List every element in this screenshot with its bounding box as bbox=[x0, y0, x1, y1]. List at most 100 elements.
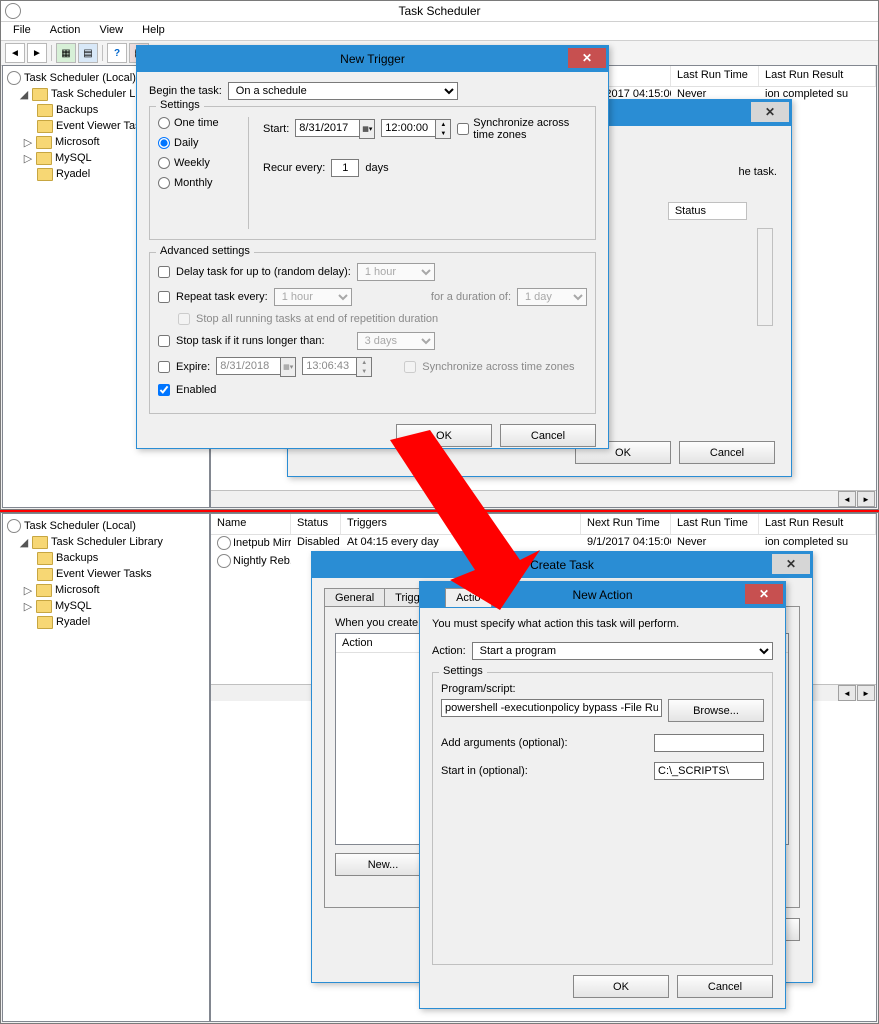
expire-date-field: ▦▾ bbox=[216, 357, 296, 377]
radio-daily[interactable]: Daily bbox=[158, 137, 236, 149]
stoplong-check[interactable] bbox=[158, 335, 170, 347]
tab-general[interactable]: General bbox=[324, 588, 385, 607]
start-date-field[interactable]: ▦▾ bbox=[295, 119, 375, 139]
v-scrollbar[interactable] bbox=[757, 228, 773, 326]
close-button[interactable]: ✕ bbox=[751, 102, 789, 122]
expire-check[interactable] bbox=[158, 361, 170, 373]
col-last[interactable]: Last Run Time bbox=[671, 66, 759, 86]
dialog-title: New Action bbox=[572, 588, 632, 602]
menu-help[interactable]: Help bbox=[134, 22, 173, 38]
collapse-icon[interactable]: ◢ bbox=[19, 536, 29, 549]
tree-mysql[interactable]: ▷MySQL bbox=[7, 598, 205, 614]
dialog-title-bar[interactable]: New Trigger ✕ bbox=[137, 46, 608, 72]
col-last[interactable]: Last Run Time bbox=[671, 514, 759, 534]
forward-button[interactable]: ► bbox=[27, 43, 47, 63]
args-field[interactable] bbox=[654, 734, 764, 752]
folder-icon bbox=[36, 584, 52, 597]
expire-sync-label: Synchronize across time zones bbox=[422, 361, 574, 373]
window-title-bar: Task Scheduler bbox=[1, 1, 878, 22]
ok-button[interactable]: OK bbox=[396, 424, 492, 447]
calendar-icon: ▦▾ bbox=[280, 357, 296, 377]
tree-microsoft[interactable]: ▷Microsoft bbox=[7, 582, 205, 598]
spin-down-icon[interactable]: ▼ bbox=[436, 129, 450, 138]
program-field[interactable] bbox=[441, 699, 662, 717]
tool-btn-1[interactable]: ▦ bbox=[56, 43, 76, 63]
cancel-button[interactable]: Cancel bbox=[677, 975, 773, 998]
tree-backups[interactable]: Backups bbox=[7, 550, 205, 566]
clock-icon bbox=[7, 71, 21, 85]
cancel-button[interactable]: Cancel bbox=[679, 441, 775, 464]
scroll-right-icon[interactable]: ► bbox=[857, 685, 875, 701]
recur-unit: days bbox=[365, 162, 388, 174]
col-result[interactable]: Last Run Result bbox=[759, 66, 876, 86]
action-settings-group: Settings Program/script: Browse... Add a… bbox=[432, 672, 773, 965]
col-status[interactable]: Status bbox=[291, 514, 341, 534]
expand-icon[interactable]: ▷ bbox=[23, 152, 33, 165]
menu-bar: File Action View Help bbox=[1, 22, 878, 41]
stopall-check bbox=[178, 313, 190, 325]
radio-weekly[interactable]: Weekly bbox=[158, 157, 236, 169]
new-action-dialog: New Action ✕ You must specify what actio… bbox=[419, 581, 786, 1009]
tree-pane: Task Scheduler (Local) ◢Task Scheduler L… bbox=[2, 513, 210, 1022]
status-header: Status bbox=[668, 202, 747, 220]
repeat-label: Repeat task every: bbox=[176, 291, 268, 303]
scroll-right-icon[interactable]: ► bbox=[857, 491, 875, 507]
start-time-field[interactable]: ▲▼ bbox=[381, 119, 451, 139]
h-scrollbar[interactable]: ◄► bbox=[211, 490, 876, 507]
folder-icon bbox=[36, 136, 52, 149]
frequency-radios: One time Daily Weekly Monthly bbox=[158, 117, 249, 229]
cell-name: Nightly Reb.. bbox=[211, 553, 291, 571]
radio-monthly[interactable]: Monthly bbox=[158, 177, 236, 189]
calendar-icon[interactable]: ▦▾ bbox=[359, 119, 375, 139]
scroll-left-icon[interactable]: ◄ bbox=[838, 491, 856, 507]
help-button[interactable]: ? bbox=[107, 43, 127, 63]
cell-name: Inetpub Mirr.. bbox=[211, 535, 291, 553]
back-button[interactable]: ◄ bbox=[5, 43, 25, 63]
settings-label: Settings bbox=[156, 99, 204, 111]
col-triggers[interactable]: Triggers bbox=[341, 514, 581, 534]
app-icon bbox=[5, 3, 21, 19]
browse-button[interactable]: Browse... bbox=[668, 699, 764, 722]
enabled-check[interactable] bbox=[158, 384, 170, 396]
menu-view[interactable]: View bbox=[91, 22, 131, 38]
new-action-button[interactable]: New... bbox=[335, 853, 431, 876]
tree-library[interactable]: ◢Task Scheduler Library bbox=[7, 534, 205, 550]
menu-action[interactable]: Action bbox=[42, 22, 89, 38]
close-button[interactable]: ✕ bbox=[772, 554, 810, 574]
scroll-left-icon[interactable]: ◄ bbox=[838, 685, 856, 701]
recur-field[interactable] bbox=[331, 159, 359, 177]
repeat-check[interactable] bbox=[158, 291, 170, 303]
close-button[interactable]: ✕ bbox=[745, 584, 783, 604]
action-select[interactable]: Start a program bbox=[472, 642, 773, 660]
folder-icon bbox=[32, 536, 48, 549]
delay-check[interactable] bbox=[158, 266, 170, 278]
folder-icon bbox=[37, 568, 53, 581]
cancel-button[interactable]: Cancel bbox=[500, 424, 596, 447]
tree-root[interactable]: Task Scheduler (Local) bbox=[7, 518, 205, 534]
ok-button[interactable]: OK bbox=[573, 975, 669, 998]
advanced-group: Advanced settings Delay task for up to (… bbox=[149, 252, 596, 414]
close-button[interactable]: ✕ bbox=[568, 48, 606, 68]
spin-up-icon[interactable]: ▲ bbox=[436, 120, 450, 129]
tool-btn-2[interactable]: ▤ bbox=[78, 43, 98, 63]
list-header: Name Status Triggers Next Run Time Last … bbox=[211, 514, 876, 535]
expand-icon[interactable]: ▷ bbox=[23, 136, 33, 149]
settings-label: Settings bbox=[439, 665, 487, 677]
dialog-title-bar[interactable]: Create Task ✕ bbox=[312, 552, 812, 578]
tab-actions[interactable]: Actio bbox=[445, 588, 491, 607]
col-name[interactable]: Name bbox=[211, 514, 291, 534]
radio-onetime[interactable]: One time bbox=[158, 117, 236, 129]
expand-icon[interactable]: ▷ bbox=[23, 600, 33, 613]
sync-tz-check[interactable]: Synchronize across time zones bbox=[457, 117, 587, 141]
startin-field[interactable] bbox=[654, 762, 764, 780]
begin-task-select[interactable]: On a schedule bbox=[228, 82, 458, 100]
folder-icon bbox=[32, 88, 48, 101]
menu-file[interactable]: File bbox=[5, 22, 39, 38]
dialog-title: Create Task bbox=[530, 558, 594, 572]
collapse-icon[interactable]: ◢ bbox=[19, 88, 29, 101]
col-next[interactable]: Next Run Time bbox=[581, 514, 671, 534]
tree-event-viewer[interactable]: Event Viewer Tasks bbox=[7, 566, 205, 582]
expand-icon[interactable]: ▷ bbox=[23, 584, 33, 597]
col-result[interactable]: Last Run Result bbox=[759, 514, 876, 534]
tree-ryadel[interactable]: Ryadel bbox=[7, 614, 205, 630]
